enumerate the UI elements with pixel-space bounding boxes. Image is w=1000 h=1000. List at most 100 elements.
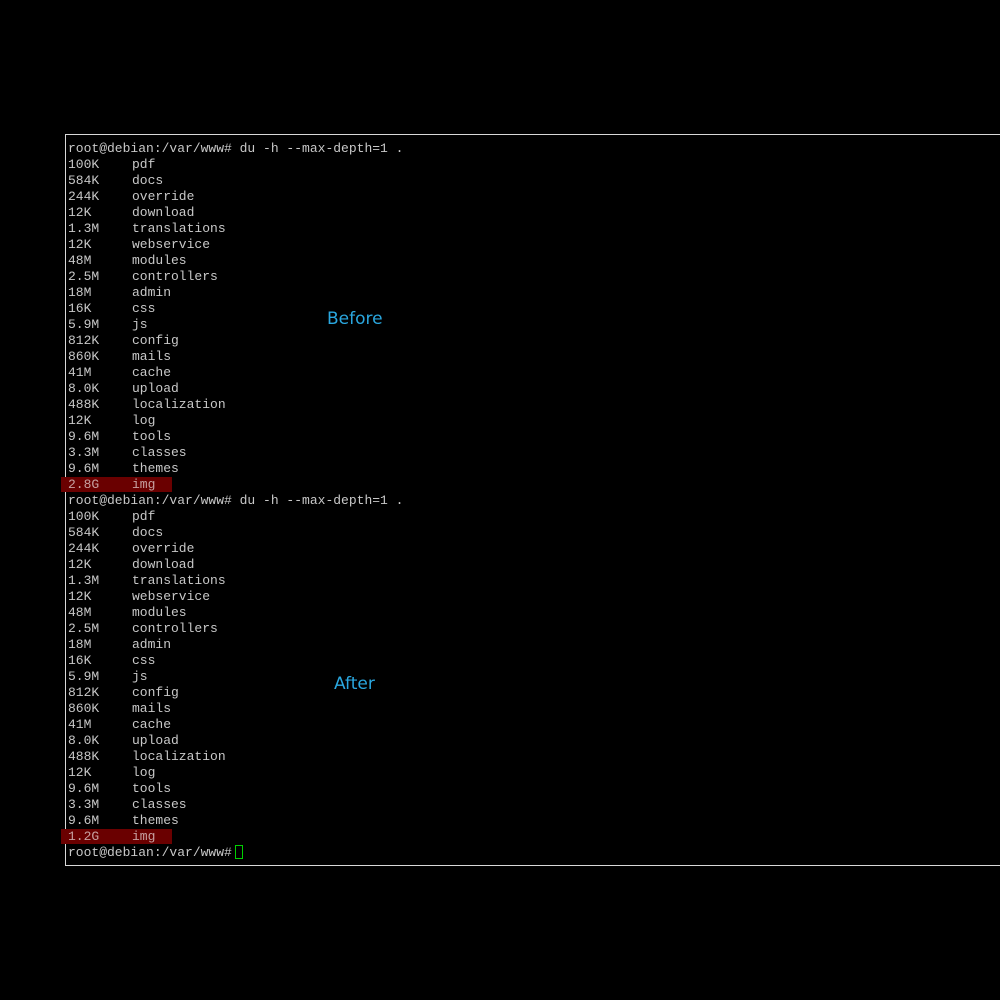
output-row: 860K mails: [68, 701, 1000, 717]
dir-name: classes: [132, 445, 187, 460]
dir-size: 488K: [68, 397, 100, 412]
dir-size: 1.2G: [68, 829, 100, 844]
output-row: 1.3M translations: [68, 221, 1000, 237]
dir-size: 244K: [68, 189, 100, 204]
shell-prompt: root@debian:/var/www#: [68, 845, 232, 860]
output-row: 12K download: [68, 205, 1000, 221]
dir-size: 1.3M: [68, 573, 100, 588]
dir-name: modules: [132, 253, 187, 268]
command-text: du -h --max-depth=1 .: [231, 141, 404, 156]
dir-size: 48M: [68, 253, 92, 268]
output-row: 12K webservice: [68, 589, 1000, 605]
dir-name: override: [132, 189, 195, 204]
terminal-window[interactable]: root@debian:/var/www# du -h --max-depth=…: [61, 134, 1000, 866]
dir-name: download: [132, 205, 195, 220]
dir-size: 18M: [68, 285, 92, 300]
dir-name: pdf: [132, 157, 156, 172]
dir-size: 12K: [68, 205, 92, 220]
dir-size: 9.6M: [68, 461, 100, 476]
text-cursor[interactable]: [234, 845, 243, 859]
dir-name: classes: [132, 797, 187, 812]
dir-size: 100K: [68, 157, 100, 172]
dir-size: 12K: [68, 589, 92, 604]
output-row: 2.8G img: [61, 477, 1000, 493]
dir-size: 584K: [68, 173, 100, 188]
dir-size: 5.9M: [68, 669, 100, 684]
output-row: 12K webservice: [68, 237, 1000, 253]
dir-size: 8.0K: [68, 733, 100, 748]
output-row: 584K docs: [68, 173, 1000, 189]
dir-name: localization: [132, 749, 226, 764]
before-annotation: Before: [327, 309, 383, 329]
dir-name: img: [132, 829, 156, 844]
output-row: 9.6M themes: [68, 813, 1000, 829]
dir-size: 48M: [68, 605, 92, 620]
after-output: 100K pdf 584K docs 244K override 12K download 1.…: [61, 509, 1000, 845]
dir-size: 12K: [68, 557, 92, 572]
dir-name: log: [132, 765, 156, 780]
dir-name: webservice: [132, 589, 211, 604]
command-line-after: root@debian:/var/www# du -h --max-depth=…: [68, 493, 1000, 509]
dir-size: 812K: [68, 333, 100, 348]
dir-size: 2.8G: [68, 477, 100, 492]
before-output: 100K pdf 584K docs 244K override 12K download 1.…: [61, 157, 1000, 493]
dir-name: tools: [132, 429, 172, 444]
dir-size: 9.6M: [68, 813, 100, 828]
dir-name: img: [132, 477, 156, 492]
output-row: 12K download: [68, 557, 1000, 573]
output-row: 812K config: [68, 685, 1000, 701]
output-row: 9.6M tools: [68, 781, 1000, 797]
dir-name: pdf: [132, 509, 156, 524]
output-row: 488K localization: [68, 397, 1000, 413]
output-row: 5.9M js: [68, 669, 1000, 685]
dir-name: themes: [132, 461, 179, 476]
active-prompt-line[interactable]: root@debian:/var/www#: [68, 845, 1000, 861]
dir-size: 9.6M: [68, 429, 100, 444]
dir-name: modules: [132, 605, 187, 620]
output-row: 860K mails: [68, 349, 1000, 365]
dir-size: 41M: [68, 365, 92, 380]
dir-size: 2.5M: [68, 621, 100, 636]
output-row: 584K docs: [68, 525, 1000, 541]
output-row: 3.3M classes: [68, 445, 1000, 461]
dir-size: 16K: [68, 653, 92, 668]
dir-name: translations: [132, 221, 226, 236]
dir-name: localization: [132, 397, 226, 412]
output-row: 8.0K upload: [68, 733, 1000, 749]
dir-name: upload: [132, 733, 179, 748]
dir-name: config: [132, 333, 179, 348]
dir-size: 3.3M: [68, 445, 100, 460]
dir-name: download: [132, 557, 195, 572]
dir-name: upload: [132, 381, 179, 396]
command-line-before: root@debian:/var/www# du -h --max-depth=…: [68, 141, 1000, 157]
dir-size: 12K: [68, 237, 92, 252]
output-row: 16K css: [68, 301, 1000, 317]
shell-prompt: root@debian:/var/www#: [68, 493, 232, 508]
dir-name: docs: [132, 525, 164, 540]
dir-name: log: [132, 413, 156, 428]
dir-name: config: [132, 685, 179, 700]
dir-size: 100K: [68, 509, 100, 524]
terminal-output: root@debian:/var/www# du -h --max-depth=…: [61, 141, 1000, 861]
output-row: 3.3M classes: [68, 797, 1000, 813]
output-row: 9.6M themes: [68, 461, 1000, 477]
dir-size: 16K: [68, 301, 92, 316]
output-row: 5.9M js: [68, 317, 1000, 333]
dir-name: css: [132, 301, 156, 316]
dir-name: admin: [132, 285, 172, 300]
dir-name: docs: [132, 173, 164, 188]
dir-size: 584K: [68, 525, 100, 540]
dir-size: 2.5M: [68, 269, 100, 284]
output-row: 488K localization: [68, 749, 1000, 765]
dir-name: controllers: [132, 269, 218, 284]
output-row: 41M cache: [68, 365, 1000, 381]
dir-name: js: [132, 317, 148, 332]
output-row: 812K config: [68, 333, 1000, 349]
output-row: 8.0K upload: [68, 381, 1000, 397]
dir-name: tools: [132, 781, 172, 796]
dir-name: admin: [132, 637, 172, 652]
dir-size: 41M: [68, 717, 92, 732]
output-row: 48M modules: [68, 605, 1000, 621]
dir-size: 12K: [68, 413, 92, 428]
dir-name: mails: [132, 701, 172, 716]
